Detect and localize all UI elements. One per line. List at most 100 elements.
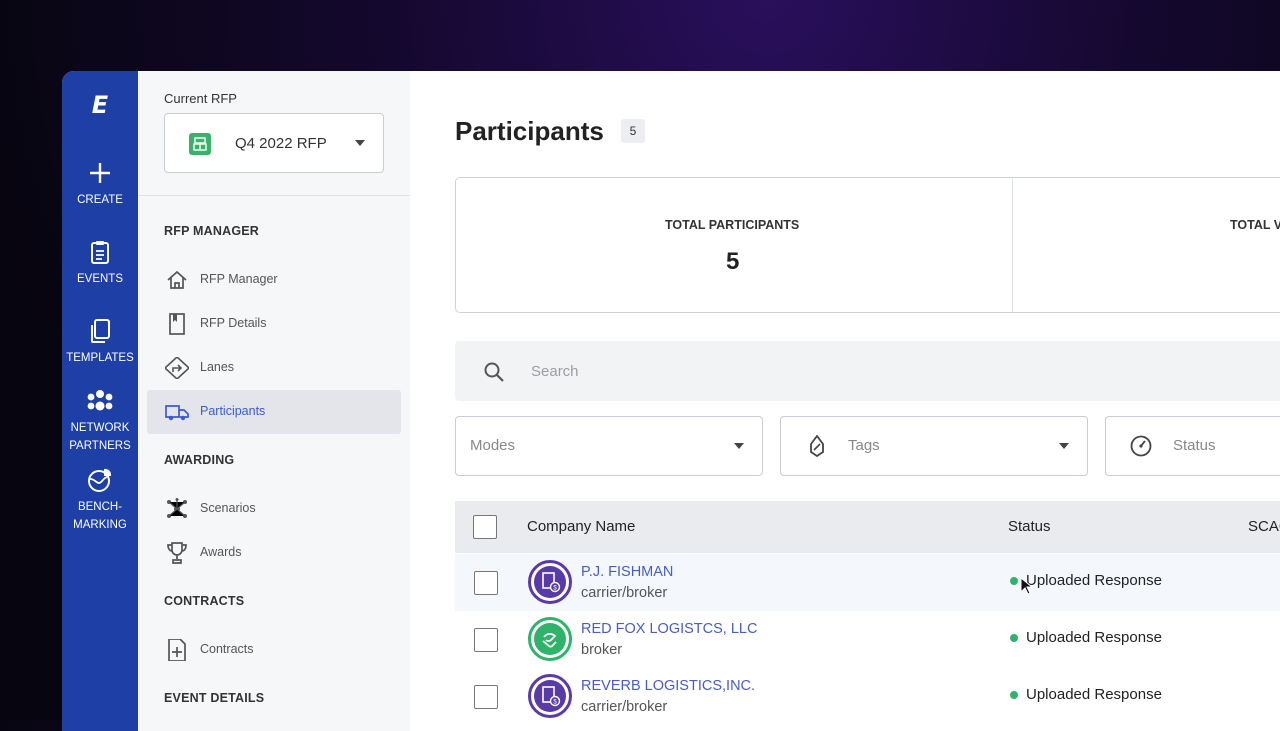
- rail-templates-label: TEMPLATES: [66, 352, 134, 364]
- company-name-link[interactable]: REVERB LOGISTICS,INC.: [581, 678, 755, 694]
- row-checkbox[interactable]: [474, 571, 498, 595]
- nav-item-scenarios[interactable]: Scenarios: [147, 487, 401, 531]
- rail-events-button[interactable]: EVENTS: [62, 238, 138, 288]
- chevron-down-icon: [355, 140, 365, 146]
- stats-divider: [1012, 178, 1013, 312]
- status-dot: [1010, 691, 1018, 699]
- company-name-link[interactable]: P.J. FISHMAN: [581, 564, 673, 580]
- stats-card: TOTAL PARTICIPANTS 5 TOTAL V: [455, 177, 1280, 313]
- nav-item-participants[interactable]: Participants: [147, 390, 401, 434]
- tag-icon: [810, 435, 824, 457]
- nav-item-awards[interactable]: Awards: [147, 531, 401, 575]
- rail-create-label: CREATE: [77, 194, 123, 206]
- column-header-status[interactable]: Status: [1008, 518, 1051, 535]
- current-rfp-value: Q4 2022 RFP: [235, 135, 327, 152]
- modes-filter[interactable]: Modes: [455, 416, 763, 476]
- status-text: Uploaded Response: [1026, 686, 1162, 703]
- table-row[interactable]: $ REVERB LOGISTICS,INC. carrier/broker U…: [455, 668, 1280, 725]
- nav-item-label: Scenarios: [200, 501, 256, 515]
- company-type: carrier/broker: [581, 585, 668, 601]
- rail-create-button[interactable]: CREATE: [62, 159, 138, 209]
- main-content: Participants 5 TOTAL PARTICIPANTS 5 TOTA…: [410, 71, 1280, 731]
- status-filter-label: Status: [1173, 437, 1216, 454]
- nav-item-label: Contracts: [200, 642, 254, 656]
- clipboard-icon: [91, 241, 109, 264]
- rail-network-partners-button[interactable]: NETWORK PARTNERS: [62, 387, 138, 455]
- select-all-checkbox[interactable]: [473, 515, 497, 539]
- status-text: Uploaded Response: [1026, 629, 1162, 646]
- bookmark-doc-icon: [169, 313, 185, 335]
- section-rfp-manager: RFP MANAGER: [164, 224, 260, 238]
- nav-item-label: Participants: [200, 404, 266, 418]
- trophy-icon: [167, 542, 187, 564]
- column-header-scac[interactable]: SCAC: [1248, 518, 1280, 535]
- copy-icon: [91, 319, 110, 343]
- chevron-down-icon: [1059, 443, 1069, 449]
- total-participants-value: 5: [726, 248, 740, 275]
- section-contracts: CONTRACTS: [164, 594, 245, 608]
- rail-events-label: EVENTS: [76, 273, 123, 285]
- people-icon: [87, 390, 113, 411]
- broker-avatar: [528, 617, 572, 661]
- column-header-company[interactable]: Company Name: [527, 518, 635, 535]
- mouse-cursor-icon: [1020, 577, 1032, 595]
- carrier-doc-icon: $: [534, 566, 566, 598]
- network-icon: [167, 498, 187, 518]
- search-bar: [455, 341, 1280, 401]
- nav-item-label: Lanes: [200, 360, 235, 374]
- search-icon: [484, 362, 504, 382]
- section-awarding: AWARDING: [164, 453, 235, 467]
- tags-filter[interactable]: Tags: [780, 416, 1088, 476]
- home-icon: [167, 270, 187, 289]
- nav-divider: [138, 195, 410, 196]
- table-row[interactable]: $ P.J. FISHMAN carrier/broker Uploaded R…: [455, 554, 1280, 611]
- table-row[interactable]: RED FOX LOGISTCS, LLC broker Uploaded Re…: [455, 611, 1280, 668]
- route-sign-icon: [165, 357, 189, 379]
- nav-item-contracts[interactable]: Contracts: [147, 628, 401, 672]
- nav-item-lanes[interactable]: Lanes: [147, 346, 401, 390]
- company-name-link[interactable]: RED FOX LOGISTCS, LLC: [581, 621, 757, 637]
- status-dot: [1010, 577, 1018, 585]
- company-type: broker: [581, 642, 623, 658]
- app-logo[interactable]: E: [62, 91, 138, 119]
- globe-chart-icon: [88, 468, 112, 492]
- page-title: Participants: [455, 116, 604, 146]
- current-rfp-select[interactable]: Q4 2022 RFP: [164, 113, 384, 173]
- nav-item-rfp-details[interactable]: RFP Details: [147, 302, 401, 346]
- participants-count-badge: 5: [621, 119, 645, 143]
- current-rfp-label: Current RFP: [164, 91, 237, 106]
- carrier-doc-icon: $: [534, 680, 566, 712]
- search-input[interactable]: [529, 359, 1133, 383]
- nav-item-label: RFP Details: [200, 316, 267, 330]
- carrier-avatar: $: [528, 674, 572, 718]
- truck-icon: [165, 405, 189, 421]
- carrier-avatar: $: [528, 560, 572, 604]
- status-text: Uploaded Response: [1026, 572, 1162, 589]
- plus-icon: [90, 163, 110, 183]
- nav-item-label: Awards: [200, 545, 242, 559]
- total-v-label: TOTAL V: [1230, 218, 1280, 232]
- row-checkbox[interactable]: [474, 685, 498, 709]
- left-rail: E CREATE EVENTS TEMPLATES NETWORK PARTNE…: [62, 71, 138, 731]
- rfp-badge-icon: [189, 133, 211, 155]
- section-event-details: EVENT DETAILS: [164, 691, 265, 705]
- rfp-sidebar: Current RFP Q4 2022 RFP RFP MANAGER RFP …: [138, 71, 411, 731]
- add-document-icon: [168, 639, 186, 661]
- nav-item-label: RFP Manager: [200, 272, 278, 286]
- tags-filter-label: Tags: [848, 437, 880, 454]
- rail-templates-button[interactable]: TEMPLATES: [62, 317, 138, 367]
- status-dot: [1010, 634, 1018, 642]
- chevron-down-icon: [734, 443, 744, 449]
- row-checkbox[interactable]: [474, 628, 498, 652]
- gauge-icon: [1130, 435, 1152, 457]
- nav-item-rfp-manager[interactable]: RFP Manager: [147, 258, 401, 302]
- broker-handshake-icon: [534, 623, 566, 655]
- table-header: Company Name Status SCAC: [455, 501, 1280, 553]
- app-window: E CREATE EVENTS TEMPLATES NETWORK PARTNE…: [62, 71, 1280, 731]
- company-type: carrier/broker: [581, 699, 668, 715]
- total-participants-label: TOTAL PARTICIPANTS: [665, 218, 800, 232]
- modes-filter-label: Modes: [470, 437, 516, 454]
- rail-benchmarking-button[interactable]: BENCH- MARKING: [62, 466, 138, 534]
- rail-network-label-1: NETWORK: [70, 422, 130, 434]
- status-filter[interactable]: Status: [1105, 416, 1280, 476]
